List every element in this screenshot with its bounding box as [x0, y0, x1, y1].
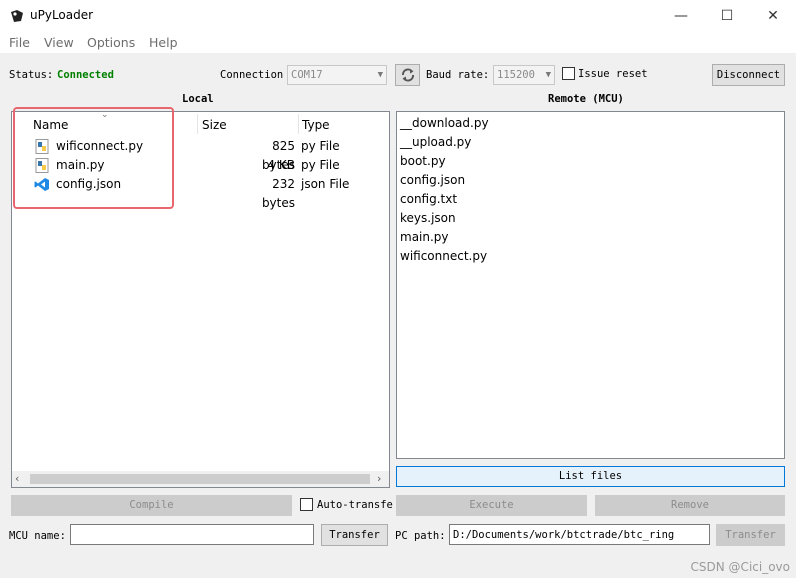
highlight-box [13, 107, 174, 209]
menu-options[interactable]: Options [87, 35, 135, 50]
file-type: json File [301, 177, 350, 191]
menu-help[interactable]: Help [149, 35, 178, 50]
remove-button[interactable]: Remove [595, 495, 785, 516]
issue-reset-label: Issue reset [578, 68, 648, 80]
column-divider[interactable] [197, 114, 198, 134]
column-header-type[interactable]: Type [302, 118, 330, 132]
close-button[interactable]: ✕ [750, 0, 796, 31]
remote-pane-title: Remote (MCU) [548, 93, 624, 105]
menu-file[interactable]: File [9, 35, 30, 50]
close-icon: ✕ [767, 7, 779, 24]
mcu-name-input[interactable] [70, 524, 314, 545]
list-item[interactable]: wificonnect.py [400, 247, 487, 266]
file-type: py File [301, 158, 340, 172]
auto-transfer-label: Auto-transfe [317, 499, 393, 511]
file-type: py File [301, 139, 340, 153]
maximize-icon: ☐ [720, 7, 734, 24]
list-item[interactable]: main.py [400, 228, 449, 247]
remote-file-list[interactable] [396, 111, 785, 459]
chevron-down-icon: ▼ [545, 70, 551, 80]
minimize-icon: — [674, 7, 688, 24]
disconnect-button[interactable]: Disconnect [712, 64, 785, 86]
scrollbar-thumb[interactable] [30, 474, 370, 484]
list-item[interactable]: keys.json [400, 209, 456, 228]
minimize-button[interactable]: — [658, 0, 704, 31]
status-label: Status: [9, 69, 54, 81]
issue-reset-checkbox[interactable] [562, 67, 575, 80]
baud-rate-label: Baud rate: [426, 69, 490, 81]
horizontal-scrollbar[interactable]: ‹ › [12, 471, 389, 487]
list-item[interactable]: config.json [400, 171, 465, 190]
transfer-to-mcu-button[interactable]: Transfer [321, 524, 388, 546]
menu-view[interactable]: View [44, 35, 74, 50]
file-size: 825 bytes [261, 139, 295, 172]
window-title: uPyLoader [30, 8, 94, 22]
pc-path-label: PC path: [395, 530, 446, 542]
column-header-size[interactable]: Size [202, 118, 227, 132]
scroll-left-icon[interactable]: ‹ [15, 472, 19, 485]
connection-value: COM17 [291, 69, 323, 81]
upyloader-app-icon [11, 10, 23, 22]
connection-label: Connection [220, 69, 284, 81]
baud-rate-select[interactable]: 115200 ▼ [493, 65, 555, 85]
list-item[interactable]: __download.py [400, 114, 489, 133]
file-size: 232 bytes [261, 177, 295, 210]
status-value: Connected [57, 69, 114, 81]
chevron-down-icon: ▼ [377, 70, 383, 80]
refresh-icon [401, 68, 414, 82]
auto-transfer-checkbox[interactable] [300, 498, 313, 511]
transfer-to-pc-button[interactable]: Transfer [716, 524, 785, 546]
file-size: 4 KB [267, 158, 295, 172]
pc-path-input[interactable] [449, 524, 710, 545]
list-item[interactable]: boot.py [400, 152, 446, 171]
watermark: CSDN @Cici_ovo [690, 560, 790, 574]
refresh-button[interactable] [395, 64, 420, 86]
maximize-button[interactable]: ☐ [704, 0, 750, 31]
baud-rate-value: 115200 [497, 69, 535, 81]
compile-button[interactable]: Compile [11, 495, 292, 516]
local-pane-title: Local [182, 93, 214, 105]
mcu-name-label: MCU name: [9, 530, 66, 542]
list-item[interactable]: __upload.py [400, 133, 471, 152]
list-item[interactable]: config.txt [400, 190, 457, 209]
execute-button[interactable]: Execute [396, 495, 587, 516]
list-files-button[interactable]: List files [396, 466, 785, 487]
column-divider[interactable] [298, 114, 299, 134]
connection-select[interactable]: COM17 ▼ [287, 65, 387, 85]
scroll-right-icon[interactable]: › [377, 472, 381, 485]
